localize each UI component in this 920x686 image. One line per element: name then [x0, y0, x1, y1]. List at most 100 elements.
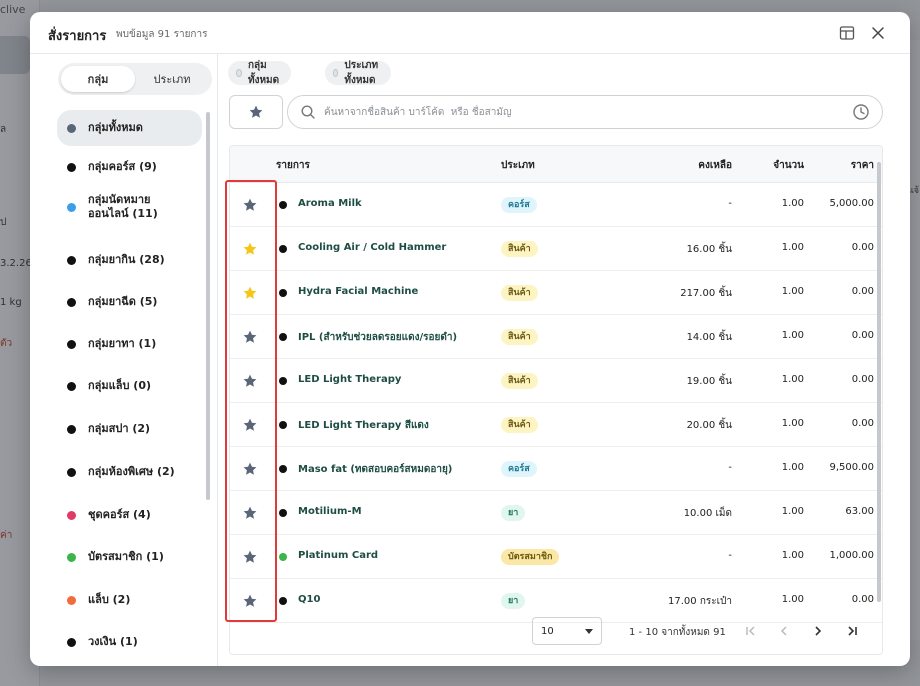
table-row[interactable]: Motilium-M ยา 10.00 เม็ด 1.00 63.00: [230, 491, 882, 535]
group-label: กลุ่มนัดหมาย ออนไลน์ (11): [88, 193, 158, 220]
row-stock: -: [728, 550, 732, 561]
type-badge: ยา: [501, 593, 526, 609]
row-quantity: 1.00: [781, 462, 804, 473]
row-quantity: 1.00: [781, 198, 804, 209]
table-row[interactable]: LED Light Therapy สีแดง สินค้า 20.00 ชิ้น 1…: [230, 403, 882, 447]
row-price: 63.00: [845, 506, 874, 517]
row-name: IPL (สำหรับช่วยลดรอยแดง/รอยดำ): [298, 332, 458, 343]
group-color-dot: [67, 162, 76, 172]
sidebar-item-group[interactable]: กลุ่มสปา (2): [57, 411, 202, 447]
row-name: LED Light Therapy สีแดง: [298, 420, 429, 431]
table-scrollbar[interactable]: [877, 162, 881, 602]
type-badge: สินค้า: [501, 285, 538, 301]
favorite-filter-button[interactable]: [229, 95, 283, 129]
row-quantity: 1.00: [781, 418, 804, 429]
row-quantity: 1.00: [781, 330, 804, 341]
row-price: 0.00: [851, 594, 874, 605]
modal-subtitle: พบข้อมูล 91 รายการ: [116, 29, 208, 40]
row-group-dot: [279, 597, 287, 605]
page-size-select[interactable]: 10: [532, 617, 602, 645]
group-color-dot: [67, 424, 76, 434]
group-color-dot: [67, 202, 76, 212]
sidebar-item-group[interactable]: กลุ่มยากิน (28): [57, 242, 202, 278]
sidebar-item-group[interactable]: กลุ่มแล็บ (0): [57, 368, 202, 404]
group-label: ชุดคอร์ส (4): [88, 508, 151, 521]
group-color-dot: [67, 339, 76, 349]
group-color-dot: [67, 637, 76, 647]
close-icon[interactable]: [867, 22, 889, 44]
search-input[interactable]: [324, 102, 844, 122]
sidebar-item-group[interactable]: บัตรสมาชิก (1): [57, 539, 202, 575]
group-color-dot: [67, 510, 76, 520]
group-label: กลุ่มทั้งหมด: [88, 121, 143, 134]
group-color-dot: [67, 255, 76, 265]
type-badge: คอร์ส: [501, 197, 537, 213]
history-clock-icon[interactable]: [852, 103, 870, 125]
row-group-dot: [279, 553, 287, 561]
table-header: รายการ ประเภท คงเหลือ จำนวน ราคา: [230, 146, 882, 183]
search-box: [287, 95, 883, 129]
star-icon: [249, 105, 263, 118]
group-color-dot: [67, 123, 76, 133]
table-row[interactable]: LED Light Therapy สินค้า 19.00 ชิ้น 1.00 0.0…: [230, 359, 882, 403]
type-badge: คอร์ส: [501, 461, 537, 477]
table-row[interactable]: IPL (สำหรับช่วยลดรอยแดง/รอยดำ) สินค้า 14.0…: [230, 315, 882, 359]
table-row[interactable]: Hydra Facial Machine สินค้า 217.00 ชิ้น 1.0…: [230, 271, 882, 315]
sidebar-item-group[interactable]: กลุ่มทั้งหมด: [57, 110, 202, 146]
next-page-icon[interactable]: [809, 622, 827, 640]
last-page-icon[interactable]: [843, 622, 861, 640]
header-type[interactable]: ประเภท: [501, 158, 535, 173]
row-quantity: 1.00: [781, 286, 804, 297]
table-row[interactable]: Maso fat (ทดสอบคอร์สหมดอายุ) คอร์ส - 1.00 9,…: [230, 447, 882, 491]
row-price: 0.00: [851, 242, 874, 253]
header-qty[interactable]: จำนวน: [773, 158, 804, 173]
group-label: กลุ่มห้องพิเศษ (2): [88, 465, 175, 478]
layout-icon[interactable]: [836, 22, 858, 44]
search-icon: [300, 104, 316, 124]
row-stock: 10.00 เม็ด: [683, 508, 732, 519]
chip-all-groups[interactable]: กลุ่มทั้งหมด: [228, 60, 292, 86]
row-price: 0.00: [851, 374, 874, 385]
table-row[interactable]: Aroma Milk คอร์ส - 1.00 5,000.00: [230, 183, 882, 227]
row-price: 5,000.00: [829, 198, 874, 209]
chip-all-types[interactable]: ประเภททั้งหมด: [325, 60, 391, 86]
group-label: กลุ่มยาทา (1): [88, 337, 157, 350]
sidebar-item-group[interactable]: กลุ่มยาทา (1): [57, 326, 202, 362]
table-row[interactable]: Platinum Card บัตรสมาชิก - 1.00 1,000.00: [230, 535, 882, 579]
header-price[interactable]: ราคา: [851, 158, 874, 173]
sidebar-item-group[interactable]: กลุ่มยาฉีด (5): [57, 284, 202, 320]
group-type-toggle: กลุ่ม ประเภท: [58, 63, 212, 95]
row-group-dot: [279, 333, 287, 341]
group-color-dot: [67, 297, 76, 307]
header-name[interactable]: รายการ: [276, 158, 310, 173]
row-quantity: 1.00: [781, 594, 804, 605]
tab-type[interactable]: ประเภท: [135, 66, 209, 92]
sidebar-item-group[interactable]: กลุ่มนัดหมาย ออนไลน์ (11): [57, 189, 202, 225]
group-color-dot: [67, 595, 76, 605]
sidebar-item-group[interactable]: กลุ่มคอร์ส (9): [57, 149, 202, 185]
sidebar-item-group[interactable]: วงเงิน (1): [57, 624, 202, 660]
sidebar-item-group[interactable]: แล็บ (2): [57, 582, 202, 618]
row-group-dot: [279, 421, 287, 429]
group-label: กลุ่มสปา (2): [88, 422, 151, 435]
previous-page-icon[interactable]: [775, 622, 793, 640]
tab-group[interactable]: กลุ่ม: [61, 66, 135, 92]
row-stock: 19.00 ชิ้น: [686, 376, 732, 387]
favorite-column-highlight: [225, 180, 277, 622]
table-row[interactable]: Cooling Air / Cold Hammer สินค้า 16.00 ชิ้…: [230, 227, 882, 271]
group-label: กลุ่มยากิน (28): [88, 253, 165, 266]
row-price: 9,500.00: [829, 462, 874, 473]
row-name: Aroma Milk: [298, 198, 362, 209]
order-modal: สั่งรายการ พบข้อมูล 91 รายการ กลุ่ม ประเ…: [30, 12, 910, 666]
group-list-scrollbar[interactable]: [206, 112, 210, 500]
sidebar-item-group[interactable]: ชุดคอร์ส (4): [57, 497, 202, 533]
row-group-dot: [279, 377, 287, 385]
row-price: 0.00: [851, 418, 874, 429]
group-panel: กลุ่ม ประเภท กลุ่มทั้งหมดกลุ่มคอร์ส (9) ก…: [30, 54, 218, 666]
type-badge: สินค้า: [501, 329, 538, 345]
first-page-icon[interactable]: [742, 622, 760, 640]
header-stock[interactable]: คงเหลือ: [698, 158, 732, 173]
row-name: Hydra Facial Machine: [298, 286, 419, 297]
group-color-dot: [67, 467, 76, 477]
sidebar-item-group[interactable]: กลุ่มห้องพิเศษ (2): [57, 454, 202, 490]
